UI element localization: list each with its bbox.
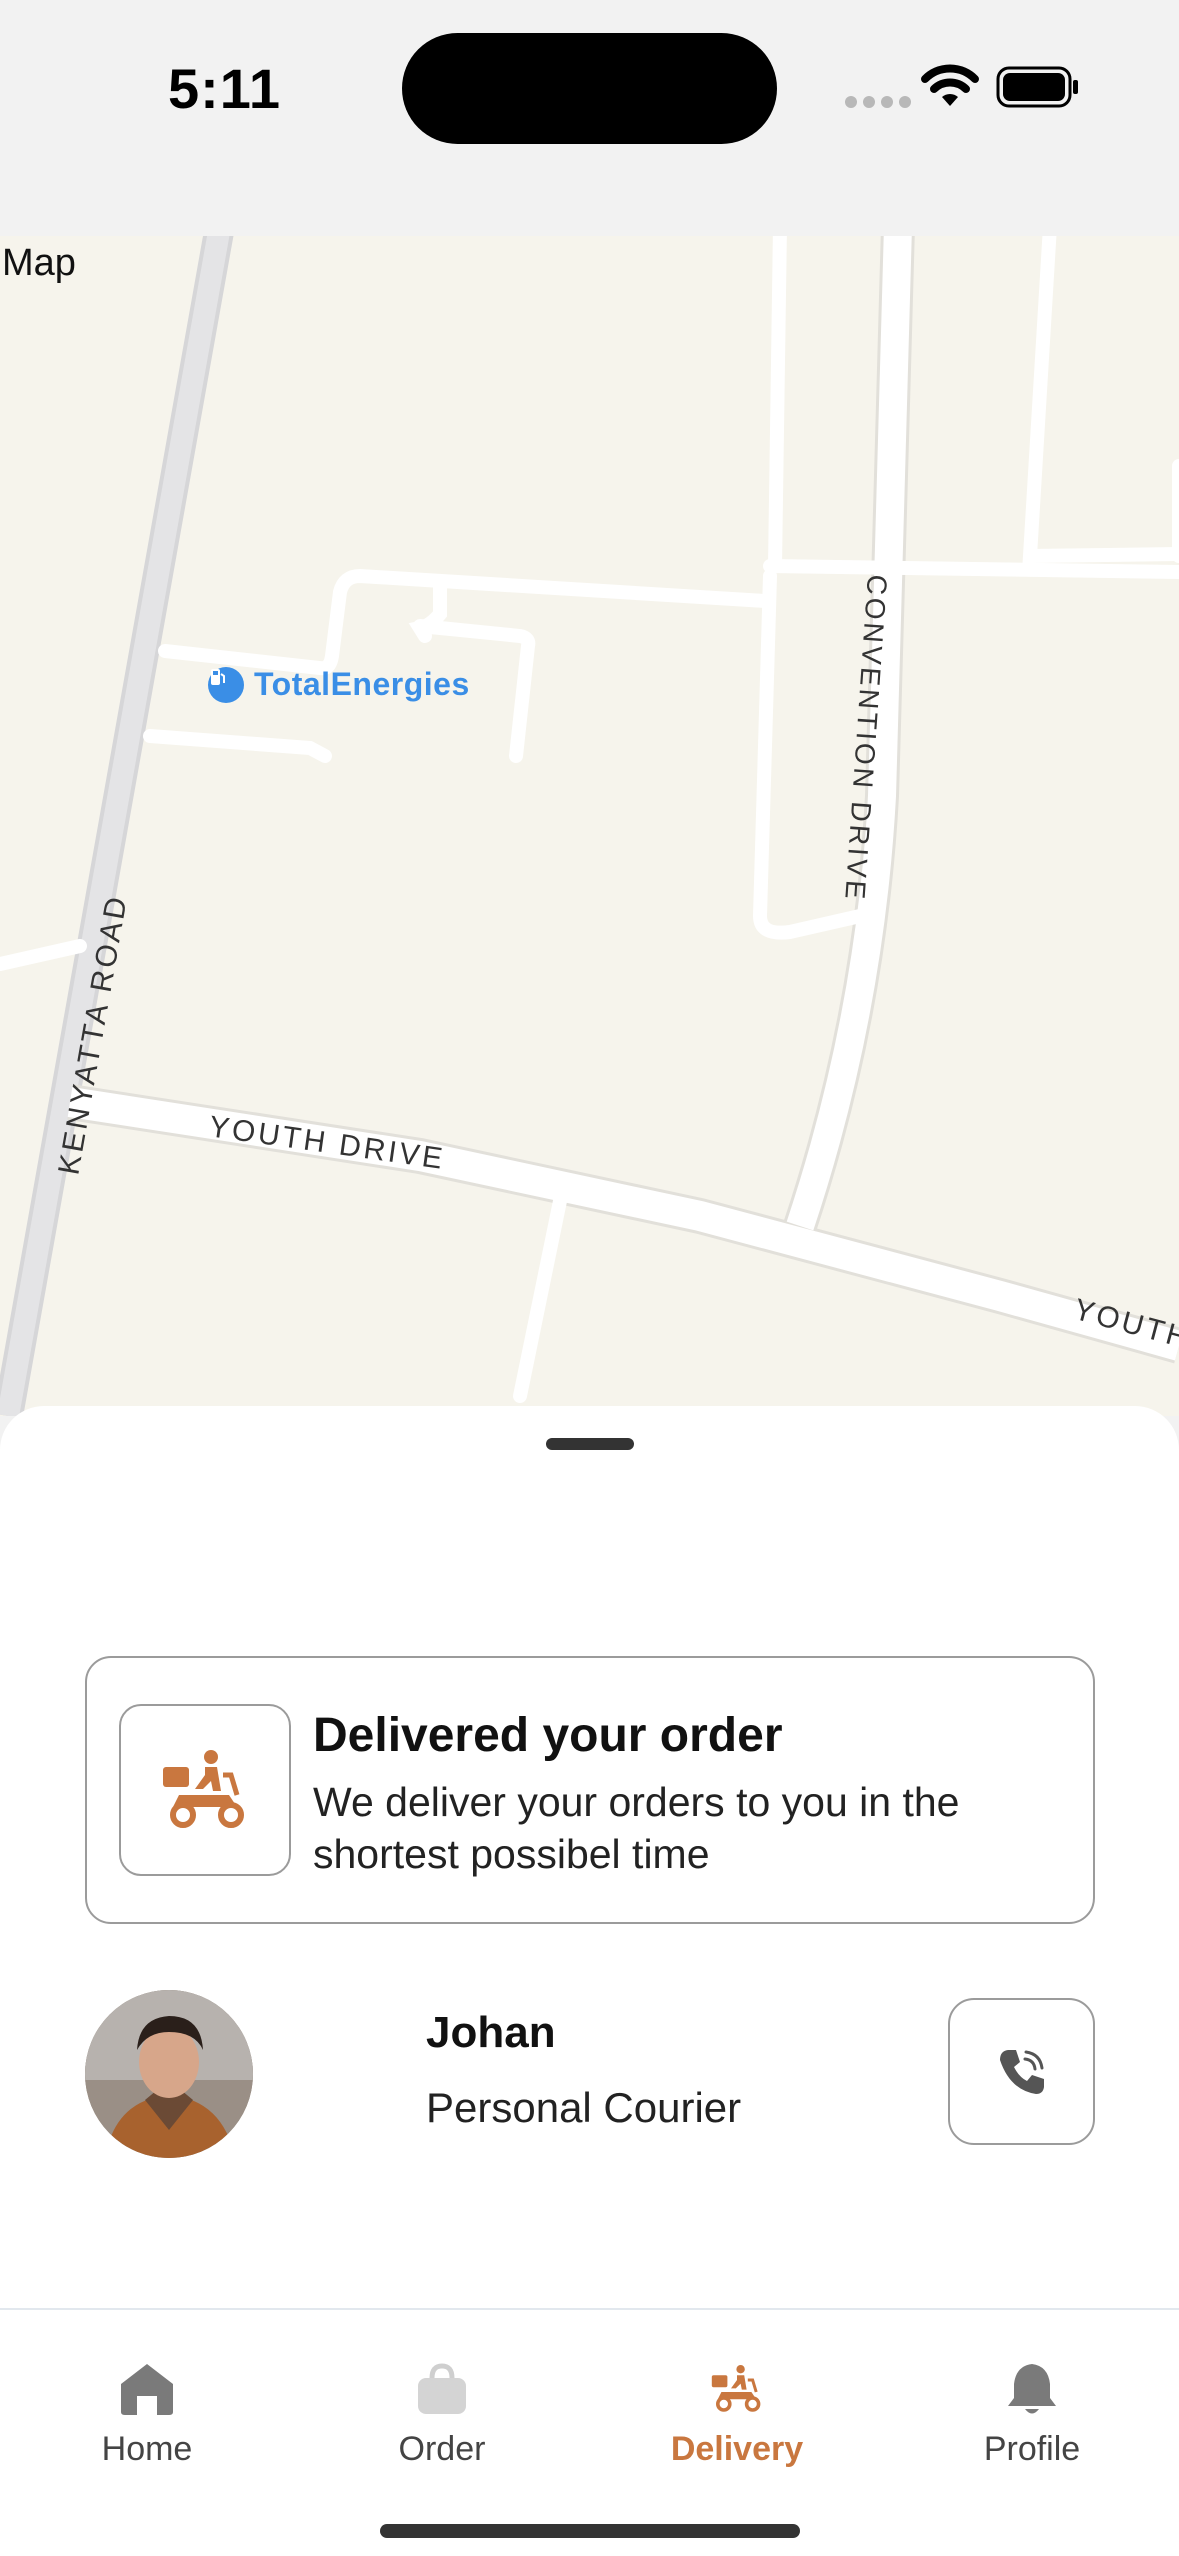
battery-icon xyxy=(996,66,1078,108)
status-time: 5:11 xyxy=(168,57,281,120)
tab-label-home: Home xyxy=(101,2430,193,2468)
bell-icon xyxy=(1008,2364,1056,2414)
courier-role: Personal Courier xyxy=(426,2084,742,2131)
tab-bar: Home Order Delivery Profile xyxy=(0,2308,1179,2556)
tab-label-delivery: Delivery xyxy=(670,2430,804,2468)
cellular-signal-icon xyxy=(845,96,911,108)
tab-order[interactable]: Order xyxy=(342,2362,542,2469)
tab-label-profile: Profile xyxy=(983,2430,1081,2468)
sheet-grabber[interactable] xyxy=(546,1438,634,1450)
delivery-description: We deliver your orders to you in the sho… xyxy=(313,1779,960,1877)
poi-label: TotalEnergies xyxy=(254,666,470,702)
bag-icon xyxy=(418,2363,466,2414)
wifi-icon xyxy=(921,64,979,106)
phone-icon xyxy=(999,2049,1044,2094)
scooter-icon xyxy=(163,1750,244,1828)
delivery-title: Delivered your order xyxy=(313,1709,783,1762)
courier-avatar xyxy=(85,1990,253,2158)
fuel-station-icon xyxy=(208,666,244,703)
tab-delivery[interactable]: Delivery xyxy=(637,2362,837,2469)
delivery-icon-box xyxy=(119,1704,291,1876)
map-roads: KENYATTA ROAD YOUTH DRIVE YOUTH CONVENTI… xyxy=(0,236,1179,1416)
status-bar: 5:11 xyxy=(0,0,1179,236)
tab-profile[interactable]: Profile xyxy=(932,2362,1132,2469)
scooter-icon xyxy=(711,2365,761,2412)
tab-home[interactable]: Home xyxy=(47,2362,247,2469)
courier-name: Johan xyxy=(426,2008,556,2057)
road-label-youth: YOUTH DRIVE xyxy=(207,1110,447,1176)
tab-label-order: Order xyxy=(398,2430,486,2468)
call-courier-button[interactable] xyxy=(948,1998,1095,2145)
home-icon xyxy=(121,2364,173,2415)
home-indicator[interactable] xyxy=(380,2524,800,2538)
dynamic-island xyxy=(402,33,777,144)
poi-totalenergies[interactable]: TotalEnergies xyxy=(208,666,470,703)
delivery-info-card: Delivered your order We deliver your ord… xyxy=(85,1656,1095,1924)
delivery-sheet: Delivered your order We deliver your ord… xyxy=(0,1406,1179,2310)
map-label: Map xyxy=(2,242,76,284)
map-view[interactable]: KENYATTA ROAD YOUTH DRIVE YOUTH CONVENTI… xyxy=(0,236,1179,1416)
